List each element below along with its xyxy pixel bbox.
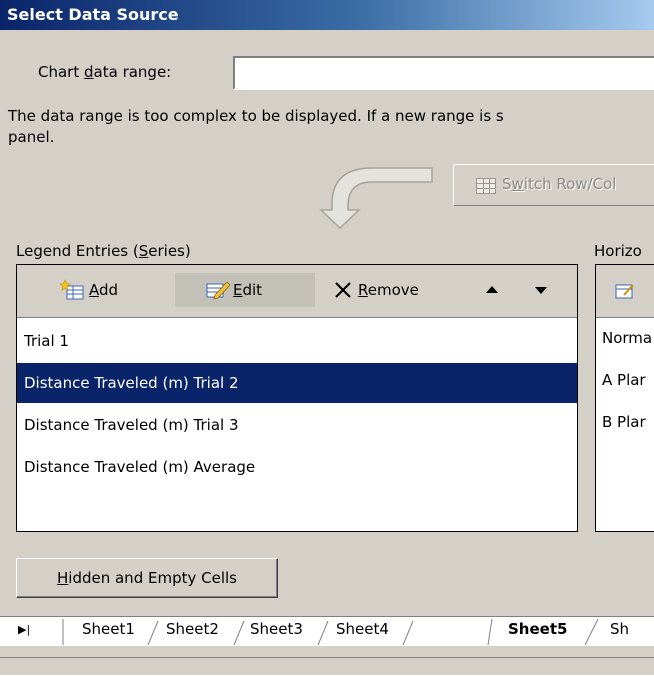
hidden-and-empty-cells-button[interactable]: Hidden and Empty Cells	[16, 558, 278, 598]
remove-icon	[335, 282, 351, 298]
add-label: Add	[89, 281, 119, 299]
edit-icon	[206, 281, 231, 300]
sheet-tab-4[interactable]: Sheet4	[336, 620, 389, 638]
move-down-icon[interactable]	[534, 273, 548, 307]
edit-series-button[interactable]: Edit	[175, 273, 315, 307]
axis-label-item[interactable]: B Plar	[602, 413, 646, 431]
horizontal-toolbar	[596, 265, 654, 318]
edit-axis-icon[interactable]	[614, 281, 634, 301]
sheet-tab-5-active[interactable]: Sheet5	[508, 620, 567, 638]
horizontal-axis-panel: Norma A Plar B Plar	[595, 264, 654, 532]
add-icon	[59, 279, 84, 300]
legend-entries-label: Legend Entries (Series)	[16, 242, 191, 260]
horizontal-axis-label: Horizo	[594, 242, 642, 260]
series-item[interactable]: Distance Traveled (m) Trial 3	[17, 405, 577, 445]
sheet-tabs-bar: ▶| Sheet1 Sheet2 Sheet3 Sheet4 Sheet5 Sh	[0, 616, 654, 648]
switch-grid-icon	[476, 178, 496, 194]
series-item[interactable]: Distance Traveled (m) Average	[17, 447, 577, 487]
status-divider	[0, 657, 654, 658]
switch-row-column-label: Switch Row/Col	[502, 175, 617, 193]
edit-label: Edit	[233, 281, 263, 299]
sheet-tab-1[interactable]: Sheet1	[82, 620, 135, 638]
status-strip	[0, 646, 654, 676]
legend-toolbar: Add Edit Remove	[17, 265, 577, 318]
switch-arrow-icon	[319, 167, 433, 230]
chart-data-range-input[interactable]	[233, 56, 654, 90]
sheet-tab-6[interactable]: Sh	[610, 620, 629, 638]
remove-label: Remove	[358, 281, 419, 299]
move-up-icon[interactable]	[485, 273, 499, 307]
axis-label-item[interactable]: A Plar	[602, 371, 646, 389]
legend-entries-panel: Add Edit Remove Trial 1 Distance Travele	[16, 264, 578, 532]
series-item-selected[interactable]: Distance Traveled (m) Trial 2	[17, 363, 577, 403]
switch-row-column-button[interactable]: Switch Row/Col	[453, 164, 654, 206]
sheet-tab-3[interactable]: Sheet3	[250, 620, 303, 638]
series-item[interactable]: Trial 1	[17, 321, 577, 361]
axis-label-item[interactable]: Norma	[602, 329, 652, 347]
chart-data-range-label: Chart data range:	[38, 63, 172, 81]
sheet-tab-2[interactable]: Sheet2	[166, 620, 219, 638]
dialog-title: Select Data Source	[0, 0, 654, 30]
range-message: The data range is too complex to be disp…	[8, 107, 504, 146]
